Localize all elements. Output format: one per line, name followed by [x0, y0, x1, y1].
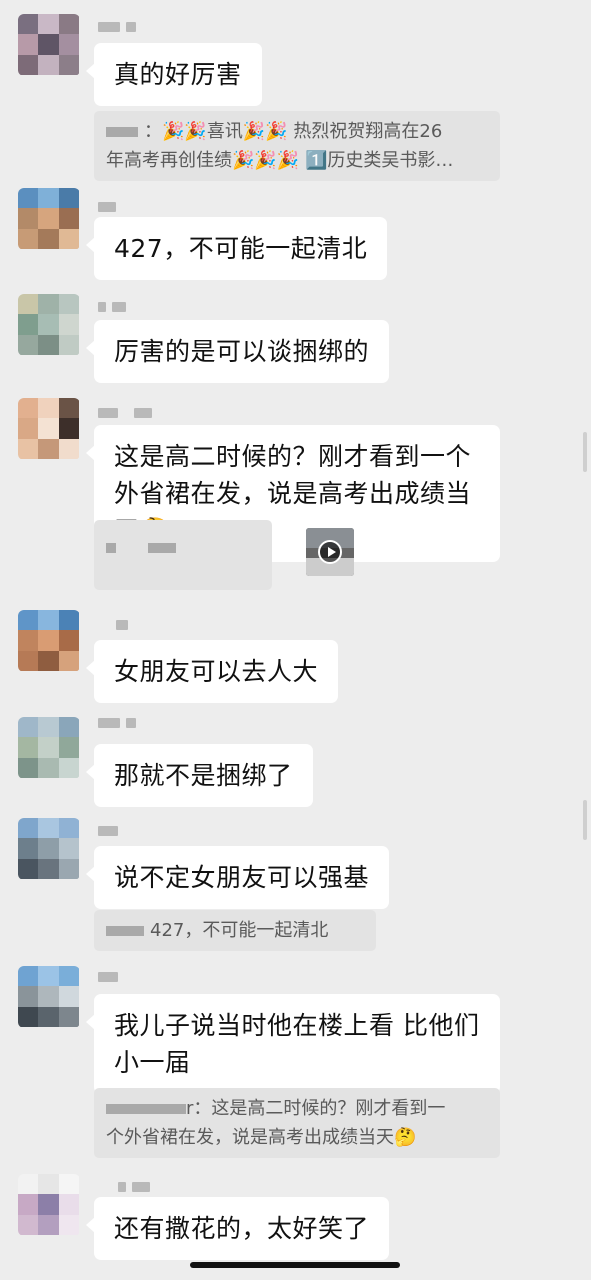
- quoted-sender-name: [106, 1104, 186, 1114]
- message-bubble[interactable]: 女朋友可以去人大: [85, 640, 339, 703]
- avatar[interactable]: [18, 818, 80, 880]
- sender-name: [98, 408, 152, 422]
- sender-name: [98, 302, 126, 316]
- sender-name: [98, 718, 136, 732]
- video-thumbnail[interactable]: [306, 528, 354, 576]
- scrollbar[interactable]: [583, 432, 587, 472]
- scrollbar[interactable]: [583, 800, 587, 840]
- avatar[interactable]: [18, 1174, 80, 1236]
- sender-name: [98, 202, 116, 216]
- message-bubble[interactable]: 我儿子说当时他在楼上看 比他们小一届: [86, 994, 500, 1094]
- quote-text: 427，不可能一起清北: [150, 920, 329, 941]
- quoted-message[interactable]: ：🎉🎉喜讯🎉🎉 热烈祝贺翔高在26 年高考再创佳绩🎉🎉🎉 1️⃣历史类吴书影…: [94, 111, 500, 181]
- quote-text: ：🎉🎉喜讯🎉🎉 热烈祝贺翔高在26: [144, 121, 443, 142]
- message-bubble[interactable]: 那就不是捆绑了: [86, 744, 313, 807]
- message-bubble[interactable]: 427，不可能一起清北: [85, 217, 388, 280]
- quote-text: 个外省裙在发，说是高考出成绩当天🤔: [106, 1127, 417, 1148]
- avatar[interactable]: [18, 294, 80, 356]
- message-bubble[interactable]: 说不定女朋友可以强基: [85, 846, 390, 909]
- quoted-video[interactable]: [94, 520, 354, 590]
- sender-name: [98, 22, 136, 36]
- avatar[interactable]: [18, 188, 80, 250]
- quote-text: 年高考再创佳绩🎉🎉🎉 1️⃣历史类吴书影…: [106, 150, 454, 171]
- message-text: 我儿子说当时他在楼上看 比他们小一届: [114, 1011, 480, 1077]
- avatar[interactable]: [18, 610, 80, 672]
- sender-name: [98, 972, 118, 986]
- message-bubble[interactable]: 真的好厉害: [86, 43, 262, 106]
- avatar[interactable]: [18, 14, 80, 76]
- play-icon[interactable]: [318, 540, 342, 564]
- message-bubble[interactable]: 厉害的是可以谈捆绑的: [85, 320, 390, 383]
- quoted-message[interactable]: r：这是高二时候的？刚才看到一 个外省裙在发，说是高考出成绩当天🤔: [94, 1088, 500, 1158]
- quoted-sender-name: [106, 926, 144, 936]
- avatar[interactable]: [18, 966, 80, 1028]
- sender-name: [98, 826, 118, 840]
- sender-name: [98, 620, 128, 634]
- avatar[interactable]: [18, 398, 80, 460]
- quoted-sender-name: [106, 543, 116, 553]
- sender-name: [98, 1182, 150, 1196]
- quoted-sender-name: [147, 543, 176, 553]
- avatar[interactable]: [18, 717, 80, 779]
- message-bubble[interactable]: 还有撒花的，太好笑了: [85, 1197, 390, 1260]
- home-indicator[interactable]: [190, 1262, 400, 1268]
- quote-text: r：这是高二时候的？刚才看到一: [186, 1098, 446, 1119]
- quoted-sender-name: [106, 127, 138, 137]
- quoted-message[interactable]: 427，不可能一起清北: [94, 910, 376, 951]
